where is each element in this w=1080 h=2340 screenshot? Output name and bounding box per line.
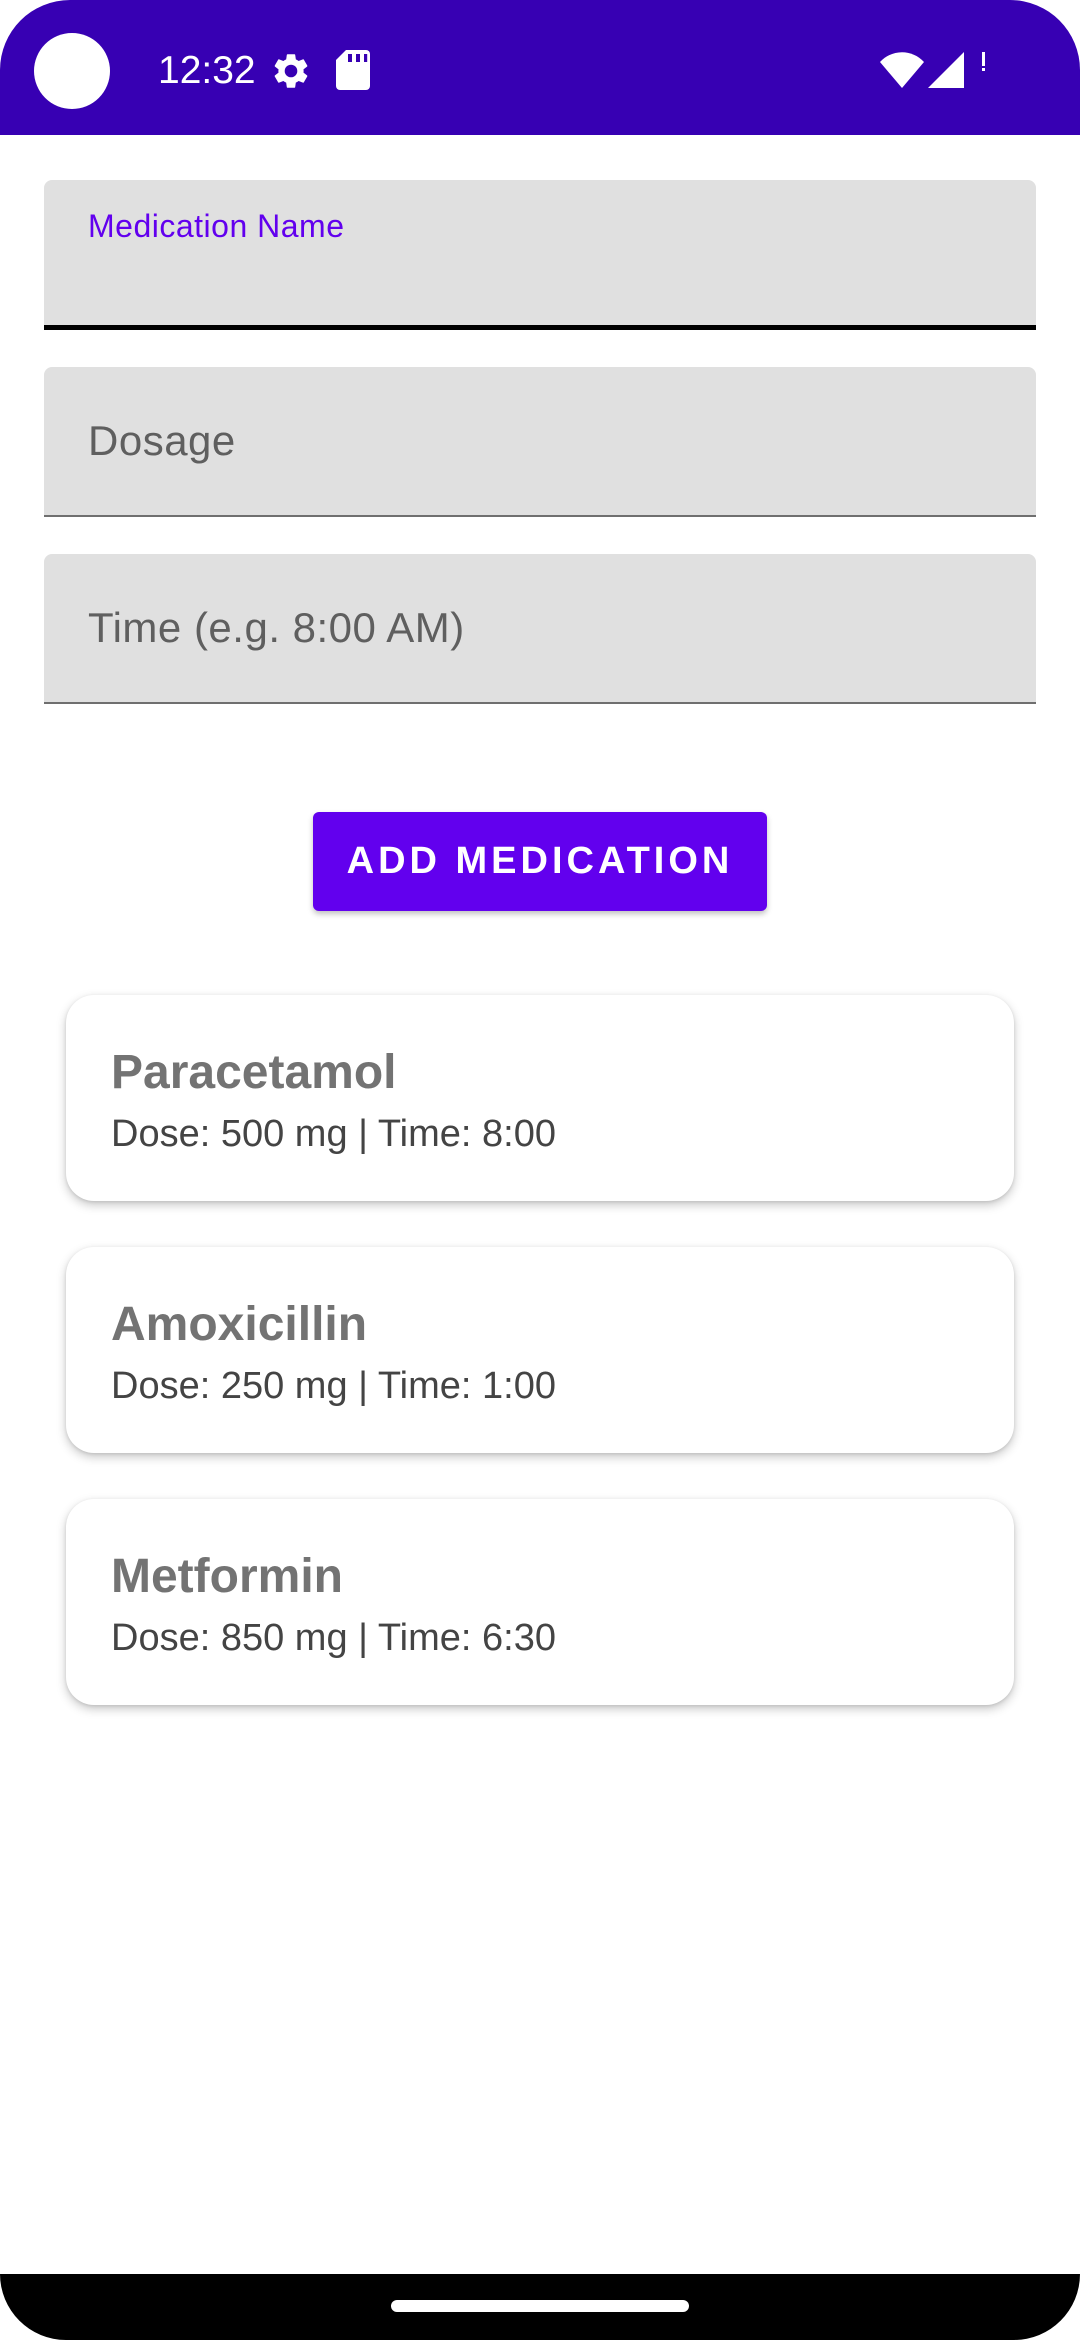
medication-card[interactable]: Paracetamol Dose: 500 mg | Time: 8:00 xyxy=(66,995,1014,1201)
medication-detail: Dose: 250 mg | Time: 1:00 xyxy=(111,1365,556,1407)
camera-cutout xyxy=(34,33,110,109)
dosage-placeholder: Dosage xyxy=(88,417,236,464)
add-medication-button[interactable]: ADD MEDICATION xyxy=(313,812,767,911)
medication-name-label: Medication Name xyxy=(88,208,345,244)
medication-detail: Dose: 500 mg | Time: 8:00 xyxy=(111,1113,556,1155)
medication-name: Metformin xyxy=(111,1550,343,1603)
settings-gear-icon xyxy=(274,54,308,88)
status-bar: 12:32 xyxy=(0,0,1080,135)
medication-card[interactable]: Metformin Dose: 850 mg | Time: 6:30 xyxy=(66,1499,1014,1705)
medication-detail: Dose: 850 mg | Time: 6:30 xyxy=(111,1617,556,1659)
medication-name-field[interactable]: Medication Name xyxy=(44,180,1036,330)
home-gesture-handle[interactable] xyxy=(391,2300,689,2312)
time-field[interactable]: Time (e.g. 8:00 AM) xyxy=(44,554,1036,704)
medication-name: Amoxicillin xyxy=(111,1298,368,1351)
battery-icon xyxy=(982,52,985,71)
medication-card[interactable]: Amoxicillin Dose: 250 mg | Time: 1:00 xyxy=(66,1247,1014,1453)
cell-signal-icon xyxy=(928,52,964,88)
time-placeholder: Time (e.g. 8:00 AM) xyxy=(88,604,465,651)
status-clock: 12:32 xyxy=(158,49,256,92)
medication-name: Paracetamol xyxy=(111,1046,397,1099)
dosage-field[interactable]: Dosage xyxy=(44,367,1036,517)
wifi-icon xyxy=(880,52,924,88)
sd-card-icon xyxy=(336,50,370,90)
